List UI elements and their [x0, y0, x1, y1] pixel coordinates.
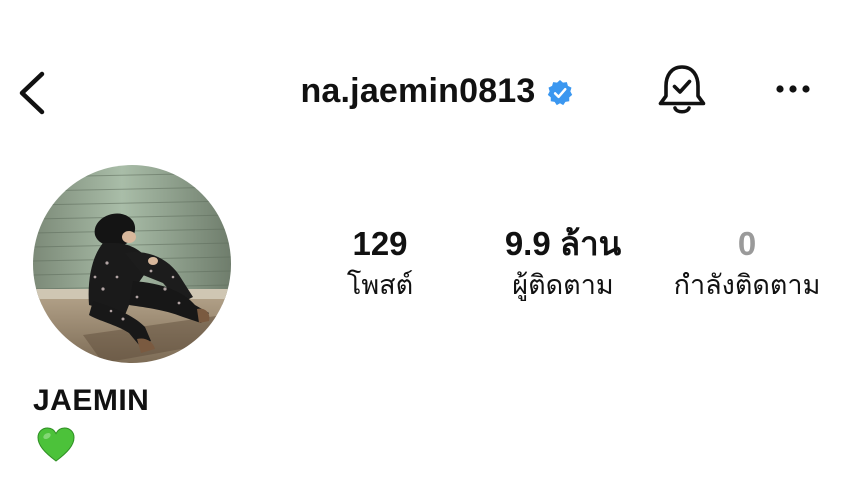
more-horizontal-icon [776, 85, 810, 93]
followers-count: 9.9 ล้าน [504, 225, 622, 262]
posts-stat[interactable]: 129 โพสต์ [280, 224, 480, 306]
avatar-photo [33, 165, 231, 363]
followers-stat[interactable]: 9.9 ล้าน ผู้ติดตาม [463, 224, 663, 306]
profile-avatar[interactable] [33, 165, 231, 363]
bell-check-icon [658, 65, 706, 114]
followers-label: ผู้ติดตาม [512, 270, 614, 301]
notifications-button[interactable] [656, 62, 708, 120]
username: na.jaemin0813 [300, 71, 536, 110]
following-label: กำลังติดตาม [673, 270, 821, 301]
posts-label: โพสต์ [346, 270, 414, 301]
following-stat[interactable]: 0 กำลังติดตาม [647, 224, 847, 306]
posts-count: 129 [352, 225, 408, 262]
green-heart-icon [37, 427, 75, 462]
profile-header-title: na.jaemin0813 [0, 66, 856, 116]
following-count: 0 [737, 225, 757, 262]
display-name: JAEMIN [33, 384, 150, 417]
bio-emoji [36, 426, 76, 464]
more-options-button[interactable] [770, 74, 816, 104]
verified-badge-icon [547, 80, 572, 106]
